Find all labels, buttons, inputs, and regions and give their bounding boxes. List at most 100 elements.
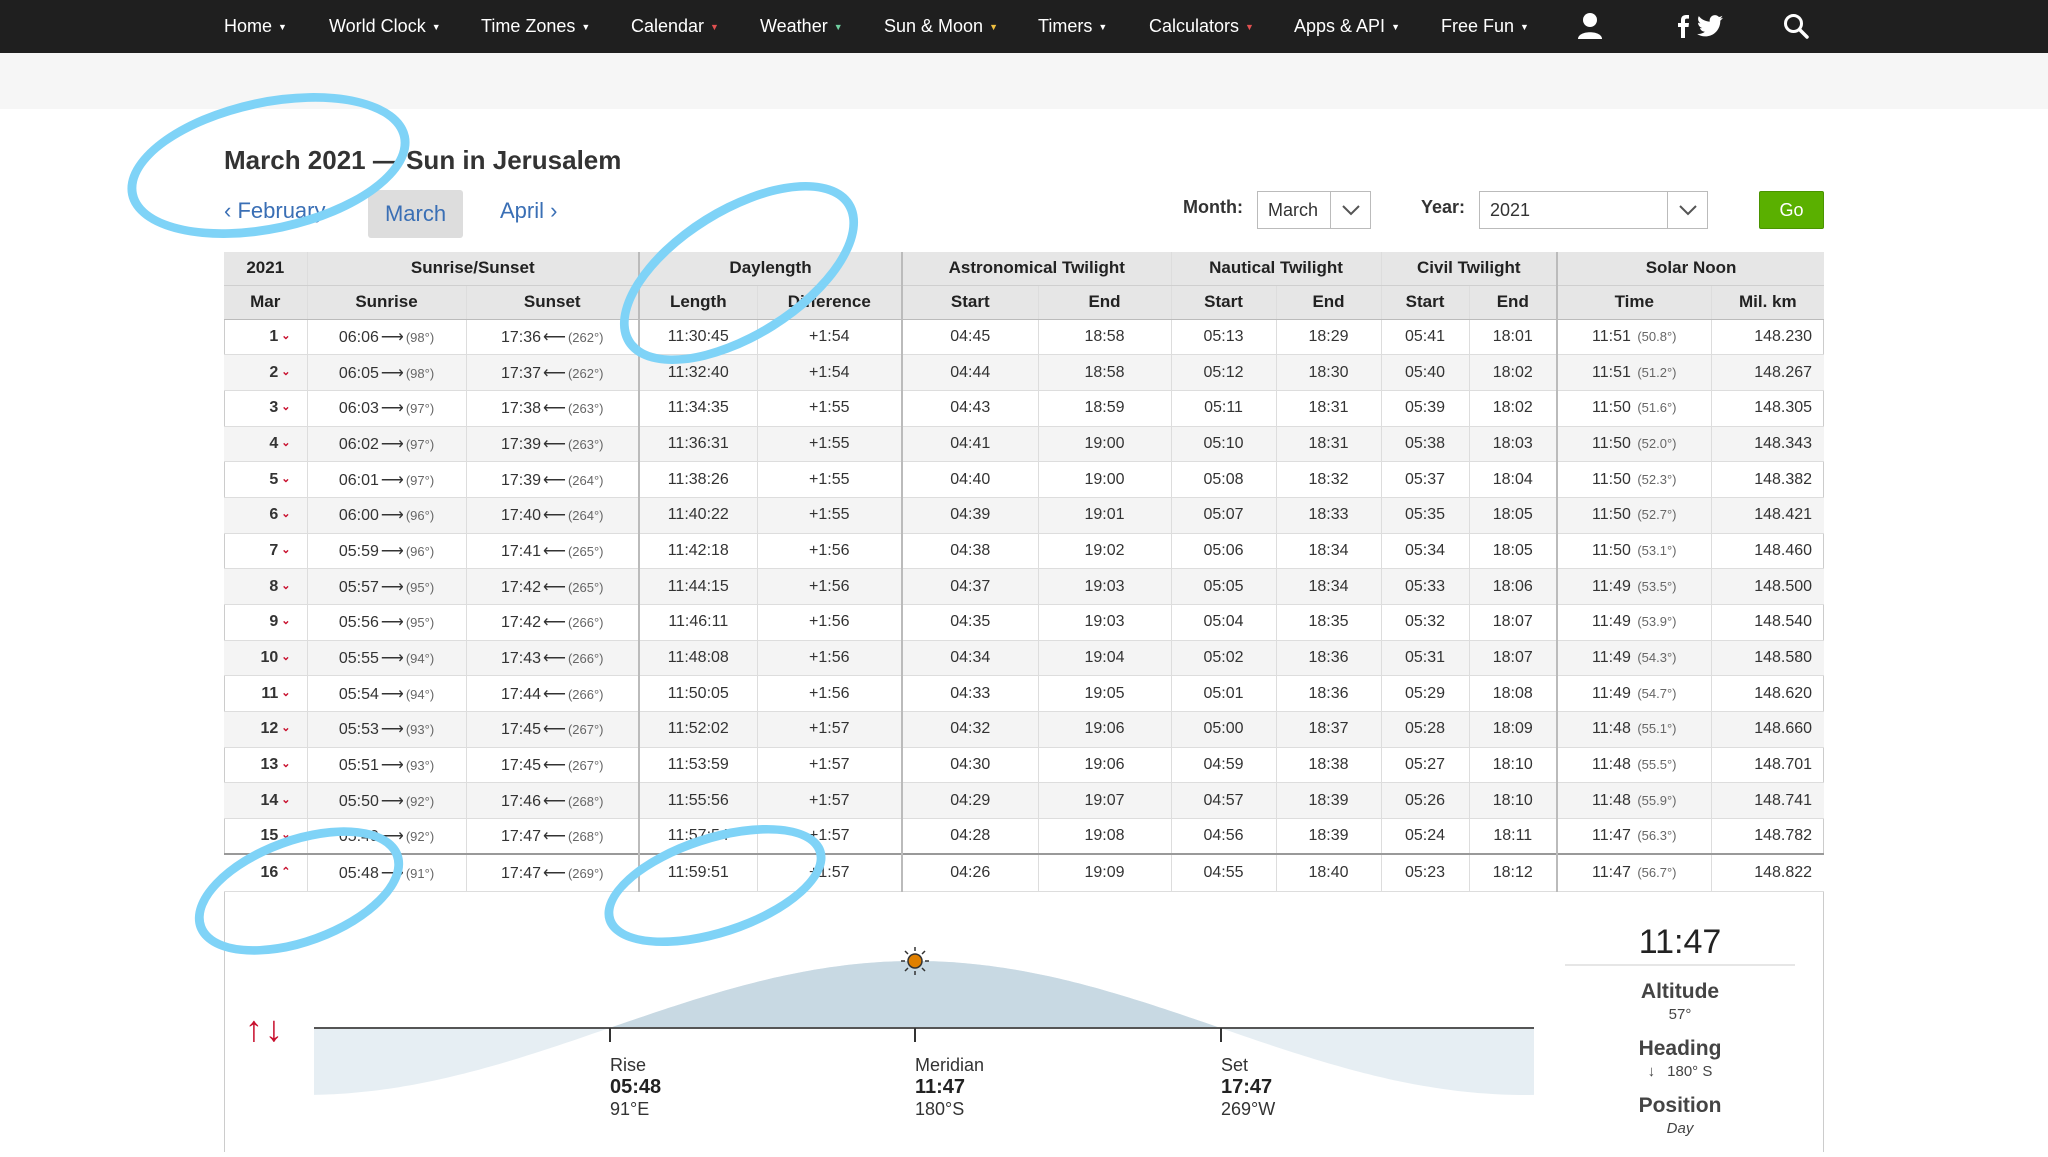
chevron-down-icon[interactable]: ⌄ <box>281 401 290 413</box>
day-cell[interactable]: 14 ⌄ <box>224 782 307 820</box>
table-row[interactable]: 14 ⌄ 05:50 ⟶ (92°) 17:46 ⟵ (268°) 11:55:56 +1:57 0… <box>224 782 1825 820</box>
nav-timers[interactable]: Timers ▼ <box>1038 0 1107 53</box>
nav-home[interactable]: Home ▼ <box>224 0 287 53</box>
noon-altitude: (51.6°) <box>1637 400 1677 416</box>
up-down-arrows-icon[interactable]: ↑↓ <box>245 1008 285 1050</box>
day-cell[interactable]: 3 ⌄ <box>224 390 307 427</box>
nav-calendar[interactable]: Calendar ▼ <box>631 0 719 53</box>
nav-free-fun[interactable]: Free Fun ▼ <box>1441 0 1529 53</box>
civil-end-cell: 18:05 <box>1468 533 1558 570</box>
table-row[interactable]: 2 ⌄ 06:05 ⟶ (98°) 17:37 ⟵ (262°) 11:32:40 +1:54 04… <box>224 354 1825 391</box>
arrow-right-icon: ⟶ <box>380 507 404 525</box>
arrow-right-icon: ⟶ <box>380 792 404 810</box>
difference-cell: +1:54 <box>756 354 903 391</box>
table-row[interactable]: 5 ⌄ 06:01 ⟶ (97°) 17:39 ⟵ (264°) 11:38:26 +1:55 04… <box>224 461 1825 498</box>
sunset-cell: 17:39 ⟵ (264°) <box>465 461 640 498</box>
day-cell[interactable]: 1 ⌄ <box>224 319 307 356</box>
day-cell[interactable]: 11 ⌄ <box>224 675 307 713</box>
year-select[interactable]: 2021 <box>1479 191 1708 229</box>
chevron-down-icon[interactable]: ⌄ <box>281 580 290 592</box>
sunset-time: 17:38 <box>500 400 542 418</box>
chevron-down-icon[interactable]: ⌄ <box>281 366 290 378</box>
table-row[interactable]: 11 ⌄ 05:54 ⟶ (94°) 17:44 ⟵ (266°) 11:50:05 +1:56 0… <box>224 675 1825 713</box>
day-cell[interactable]: 7 ⌄ <box>224 533 307 570</box>
twitter-icon[interactable] <box>1697 15 1723 42</box>
astro-end-cell: 19:00 <box>1037 426 1172 463</box>
astro-start-cell: 04:41 <box>901 426 1039 463</box>
table-row[interactable]: 10 ⌄ 05:55 ⟶ (94°) 17:43 ⟵ (266°) 11:48:08 +1:56 0… <box>224 640 1825 677</box>
chevron-down-icon[interactable]: ⌄ <box>281 794 290 806</box>
astro-start-cell: 04:39 <box>901 497 1039 534</box>
next-month-link[interactable]: April › <box>500 198 557 224</box>
sunrise-azimuth: (92°) <box>405 829 435 845</box>
table-row[interactable]: 13 ⌄ 05:51 ⟶ (93°) 17:45 ⟵ (267°) 11:53:59 +1:57 0… <box>224 747 1825 784</box>
chevron-down-icon[interactable] <box>1667 192 1707 228</box>
nav-label: Sun & Moon <box>884 16 984 36</box>
table-row[interactable]: 8 ⌄ 05:57 ⟶ (95°) 17:42 ⟵ (265°) 11:44:15 +1:56 04… <box>224 568 1825 605</box>
noon-altitude: (52.0°) <box>1637 435 1677 451</box>
sunrise-cell: 05:50 ⟶ (92°) <box>306 782 466 820</box>
day-cell[interactable]: 8 ⌄ <box>224 568 307 605</box>
day-cell[interactable]: 12 ⌄ <box>224 711 307 748</box>
sunrise-time: 06:02 <box>338 435 379 453</box>
day-cell[interactable]: 2 ⌄ <box>224 354 307 391</box>
chevron-down-icon[interactable]: ⌄ <box>281 651 290 663</box>
nav-apps-api[interactable]: Apps & API ▼ <box>1294 0 1400 53</box>
nav-weather[interactable]: Weather ▼ <box>760 0 843 53</box>
sunrise-cell: 05:55 ⟶ (94°) <box>306 640 466 677</box>
noon-cell: 11:50 (53.1°) <box>1556 533 1712 570</box>
noon-cell: 11:49 (54.3°) <box>1556 640 1712 677</box>
naut-start-cell: 05:01 <box>1170 675 1277 713</box>
sunset-azimuth: (266°) <box>567 651 604 667</box>
chevron-down-icon[interactable]: ⌄ <box>281 508 290 520</box>
chevron-down-icon[interactable]: ⌄ <box>281 687 290 699</box>
user-icon[interactable] <box>1577 12 1603 45</box>
col-header-naut-end: End <box>1275 285 1382 320</box>
naut-end-cell: 18:35 <box>1275 604 1382 641</box>
day-cell[interactable]: 4 ⌄ <box>224 426 307 463</box>
naut-start-cell: 05:08 <box>1170 461 1277 498</box>
nav-time-zones[interactable]: Time Zones ▼ <box>481 0 590 53</box>
civil-end-cell: 18:07 <box>1468 640 1558 677</box>
nav-label: Home <box>224 16 273 36</box>
nav-sun-moon[interactable]: Sun & Moon ▼ <box>884 0 998 53</box>
search-icon[interactable] <box>1783 13 1809 44</box>
table-row[interactable]: 12 ⌄ 05:53 ⟶ (93°) 17:45 ⟵ (267°) 11:52:02 +1:57 0… <box>224 711 1825 748</box>
month-select[interactable]: March <box>1257 191 1371 229</box>
table-row[interactable]: 3 ⌄ 06:03 ⟶ (97°) 17:38 ⟵ (263°) 11:34:35 +1:55 04… <box>224 390 1825 427</box>
day-cell[interactable]: 5 ⌄ <box>224 461 307 498</box>
chevron-down-icon[interactable]: ⌄ <box>281 758 290 770</box>
table-row[interactable]: 15 ⌄ 05:49 ⟶ (92°) 17:47 ⟵ (268°) 11:57:54 +1:57 0… <box>224 818 1825 855</box>
civil-start-cell: 05:24 <box>1380 818 1470 855</box>
table-row[interactable]: 16 ⌃ 05:48 ⟶ (91°) 17:47 ⟵ (269°) 11:59:51 +1:57 0… <box>224 853 1825 892</box>
day-cell[interactable]: 13 ⌄ <box>224 747 307 784</box>
chevron-down-icon[interactable]: ⌄ <box>281 544 290 556</box>
nav-world-clock[interactable]: World Clock ▼ <box>329 0 441 53</box>
day-cell[interactable]: 9 ⌄ <box>224 604 307 641</box>
table-row[interactable]: 6 ⌄ 06:00 ⟶ (96°) 17:40 ⟵ (264°) 11:40:22 +1:55 04… <box>224 497 1825 534</box>
table-row[interactable]: 7 ⌄ 05:59 ⟶ (96°) 17:41 ⟵ (265°) 11:42:18 +1:56 04… <box>224 533 1825 570</box>
day-cell[interactable]: 10 ⌄ <box>224 640 307 677</box>
position-label: Position <box>1638 1094 1722 1117</box>
table-row[interactable]: 4 ⌄ 06:02 ⟶ (97°) 17:39 ⟵ (263°) 11:36:31 +1:55 04… <box>224 426 1825 463</box>
sunrise-time: 05:57 <box>338 578 379 596</box>
nav-calculators[interactable]: Calculators ▼ <box>1149 0 1254 53</box>
go-button[interactable]: Go <box>1759 191 1824 229</box>
sunset-time: 17:46 <box>500 792 542 810</box>
chevron-down-icon[interactable]: ⌄ <box>281 437 290 449</box>
table-row[interactable]: 9 ⌄ 05:56 ⟶ (95°) 17:42 ⟵ (266°) 11:46:11 +1:56 04… <box>224 604 1825 641</box>
chevron-down-icon[interactable]: ⌄ <box>281 473 290 485</box>
chevron-down-icon[interactable] <box>1330 192 1370 228</box>
table-row[interactable]: 1 ⌄ 06:06 ⟶ (98°) 17:36 ⟵ (262°) 11:30:45 +1:54 04… <box>224 319 1825 356</box>
chevron-down-icon[interactable]: ⌄ <box>281 615 290 627</box>
day-cell[interactable]: 6 ⌄ <box>224 497 307 534</box>
civil-end-cell: 18:12 <box>1468 853 1558 892</box>
facebook-icon[interactable] <box>1677 14 1689 43</box>
chevron-down-icon[interactable]: ⌄ <box>281 330 290 342</box>
sunset-cell: 17:46 ⟵ (268°) <box>465 782 640 820</box>
chevron-down-icon[interactable]: ⌄ <box>281 722 290 734</box>
naut-end-cell: 18:38 <box>1275 747 1382 784</box>
civil-end-cell: 18:01 <box>1468 319 1558 356</box>
sunrise-cell: 05:53 ⟶ (93°) <box>306 711 466 748</box>
nav-label: Timers <box>1038 16 1093 36</box>
